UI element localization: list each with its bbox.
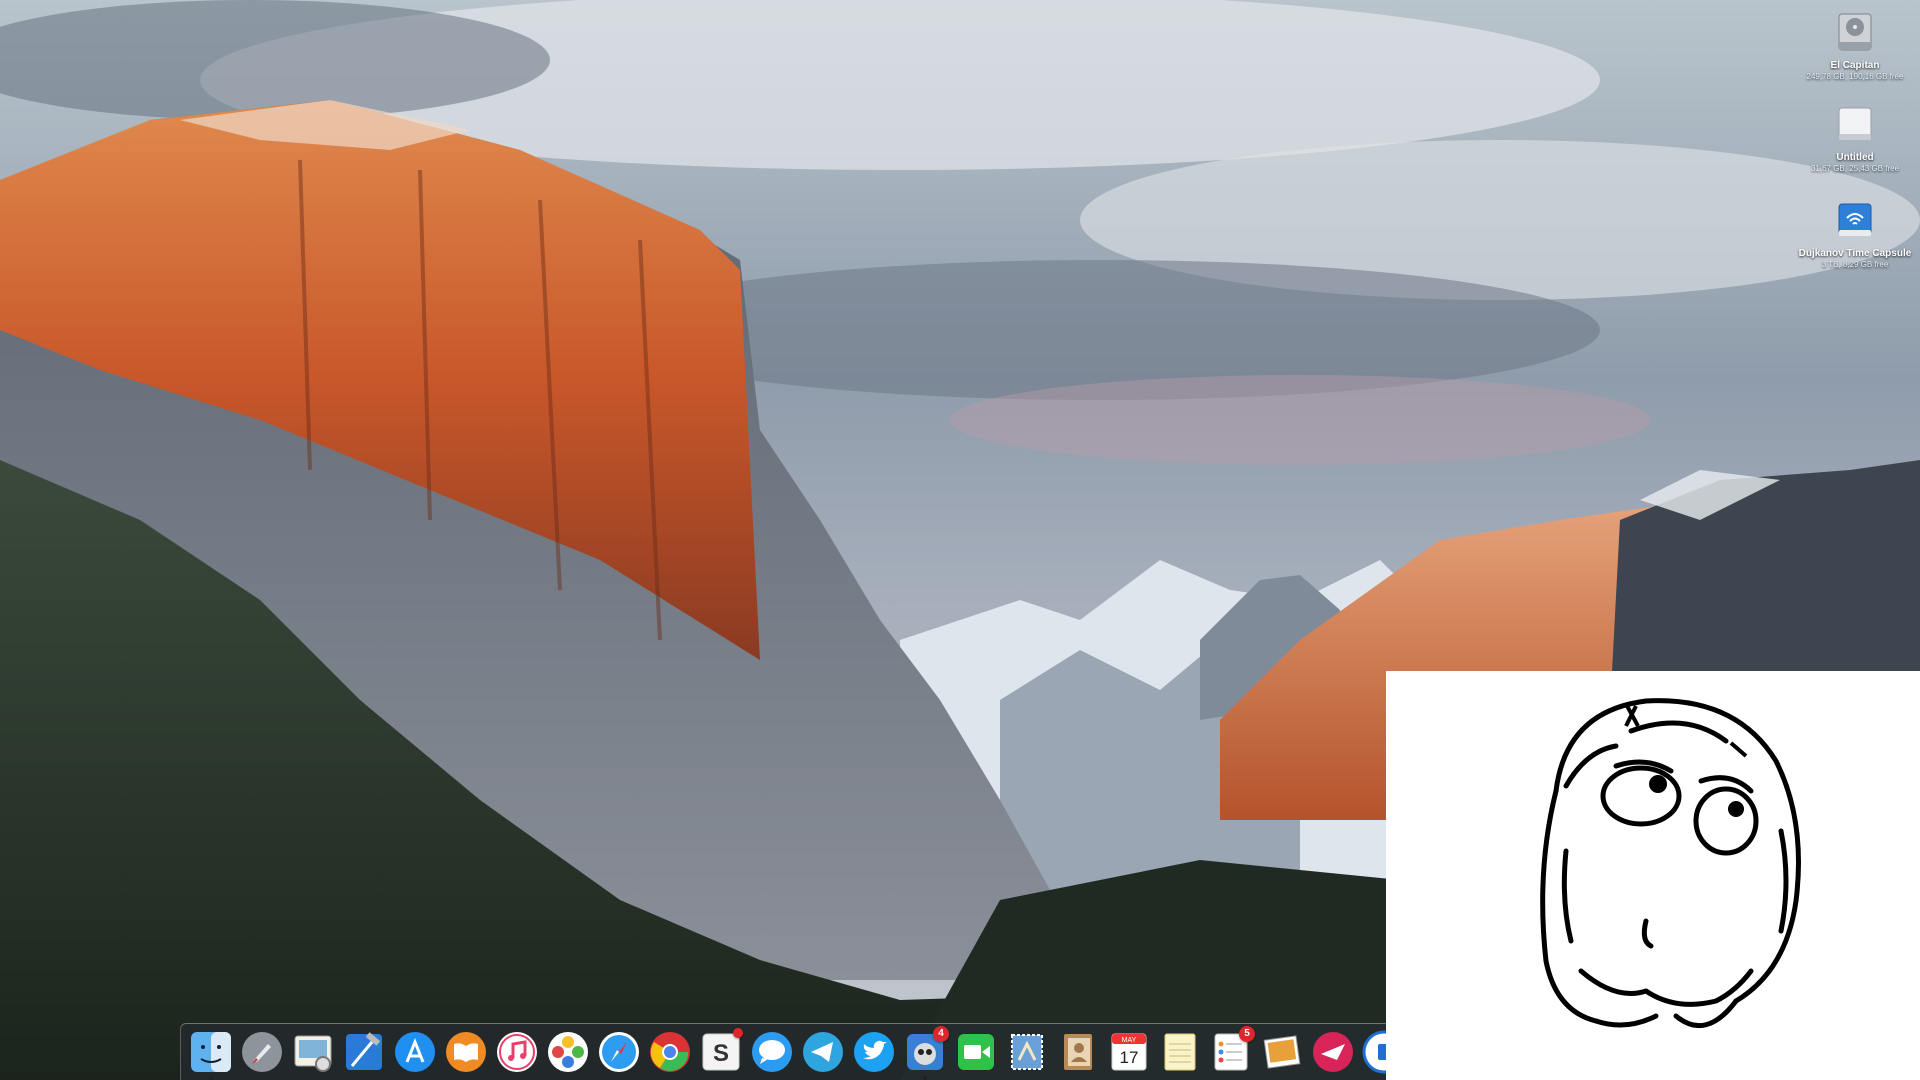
safari-compass-icon <box>599 1032 639 1072</box>
calendar-day: 17 <box>1120 1048 1139 1067</box>
dock-item-preview[interactable] <box>291 1030 335 1074</box>
dock-item-launchpad[interactable] <box>240 1030 284 1074</box>
messages-bubble-icon <box>752 1032 792 1072</box>
itunes-note-icon <box>497 1032 537 1072</box>
running-indicator <box>923 1076 927 1080</box>
dock-item-photos[interactable] <box>546 1030 590 1074</box>
dock-item-telegram[interactable] <box>801 1030 845 1074</box>
notification-badge: 4 <box>933 1026 949 1042</box>
dock-item-chrome[interactable] <box>648 1030 692 1074</box>
dock: S 4 MAY 17 5 <box>180 1023 1406 1080</box>
desktop-icon-info: 31,67 GB, 25,43 GB free <box>1810 164 1900 173</box>
chrome-icon <box>650 1032 690 1072</box>
app-store-icon <box>395 1032 435 1072</box>
dock-item-notes[interactable] <box>1158 1030 1202 1074</box>
meme-overlay <box>1386 671 1920 1080</box>
dock-item-xcode[interactable] <box>342 1030 386 1074</box>
desktop-icon-time-capsule[interactable]: Dujkanov Time Capsule 3 TB, 8,29 GB free <box>1795 196 1915 270</box>
dock-item-twitter[interactable] <box>852 1030 896 1074</box>
notification-badge <box>733 1028 743 1038</box>
time-capsule-icon <box>1831 196 1879 244</box>
dock-item-calendar[interactable]: MAY 17 <box>1107 1030 1151 1074</box>
dock-item-safari[interactable] <box>597 1030 641 1074</box>
calendar-icon: MAY 17 <box>1111 1033 1147 1071</box>
xcode-hammer-icon <box>346 1032 382 1070</box>
preview-icon <box>294 1035 332 1072</box>
mail-stamp-icon <box>1011 1034 1043 1070</box>
notes-pad-icon <box>1164 1033 1196 1071</box>
telegram-plane-icon <box>803 1032 843 1072</box>
facetime-camera-icon <box>958 1034 994 1070</box>
desktop-icon-info: 3 TB, 8,29 GB free <box>1821 260 1889 269</box>
calendar-month: MAY <box>1122 1037 1137 1044</box>
dock-item-reminders[interactable]: 5 <box>1209 1026 1255 1074</box>
dock-item-contacts[interactable] <box>1056 1030 1100 1074</box>
dock-item-ibooks[interactable] <box>444 1030 488 1074</box>
notification-badge: 5 <box>1239 1026 1255 1042</box>
dock-item-itunes[interactable] <box>495 1030 539 1074</box>
dock-item-mail[interactable] <box>1005 1030 1049 1074</box>
dock-item-skype[interactable]: S <box>699 1028 743 1074</box>
dock-item-finder[interactable] <box>189 1030 233 1080</box>
dock-item-facetime[interactable] <box>954 1030 998 1074</box>
desktop-icon-label: El Capitan <box>1830 60 1880 71</box>
photos-flower-icon <box>548 1032 588 1072</box>
contacts-book-icon <box>1064 1034 1092 1070</box>
thinking-face-drawing <box>1540 698 1801 1028</box>
desktop-icon-untitled[interactable]: Untitled 31,67 GB, 25,43 GB free <box>1795 100 1915 174</box>
internal-disk-icon <box>1831 8 1879 56</box>
iphoto-icon <box>1263 1035 1301 1069</box>
desktop-icon-el-capitan[interactable]: El Capitan 249,78 GB, 190,16 GB free <box>1795 8 1915 82</box>
desktop-icon-label: Untitled <box>1836 152 1874 163</box>
dock-item-iphoto[interactable] <box>1260 1030 1304 1074</box>
ibooks-icon <box>446 1032 486 1072</box>
dock-item-airmail[interactable] <box>1311 1030 1355 1074</box>
desktop-icon-info: 249,78 GB, 190,16 GB free <box>1806 72 1904 81</box>
launchpad-rocket-icon <box>242 1032 282 1072</box>
svg-text:S: S <box>713 1040 729 1067</box>
airmail-icon <box>1313 1032 1353 1072</box>
desktop-icon-label: Dujkanov Time Capsule <box>1798 248 1912 259</box>
twitter-bird-icon <box>854 1032 894 1072</box>
dock-item-messages[interactable] <box>750 1030 794 1074</box>
dock-item-app-store[interactable] <box>393 1030 437 1074</box>
dock-item-tweetbot[interactable]: 4 <box>903 1026 949 1080</box>
finder-icon <box>191 1032 231 1072</box>
external-disk-icon <box>1831 100 1879 148</box>
running-indicator <box>209 1076 213 1080</box>
